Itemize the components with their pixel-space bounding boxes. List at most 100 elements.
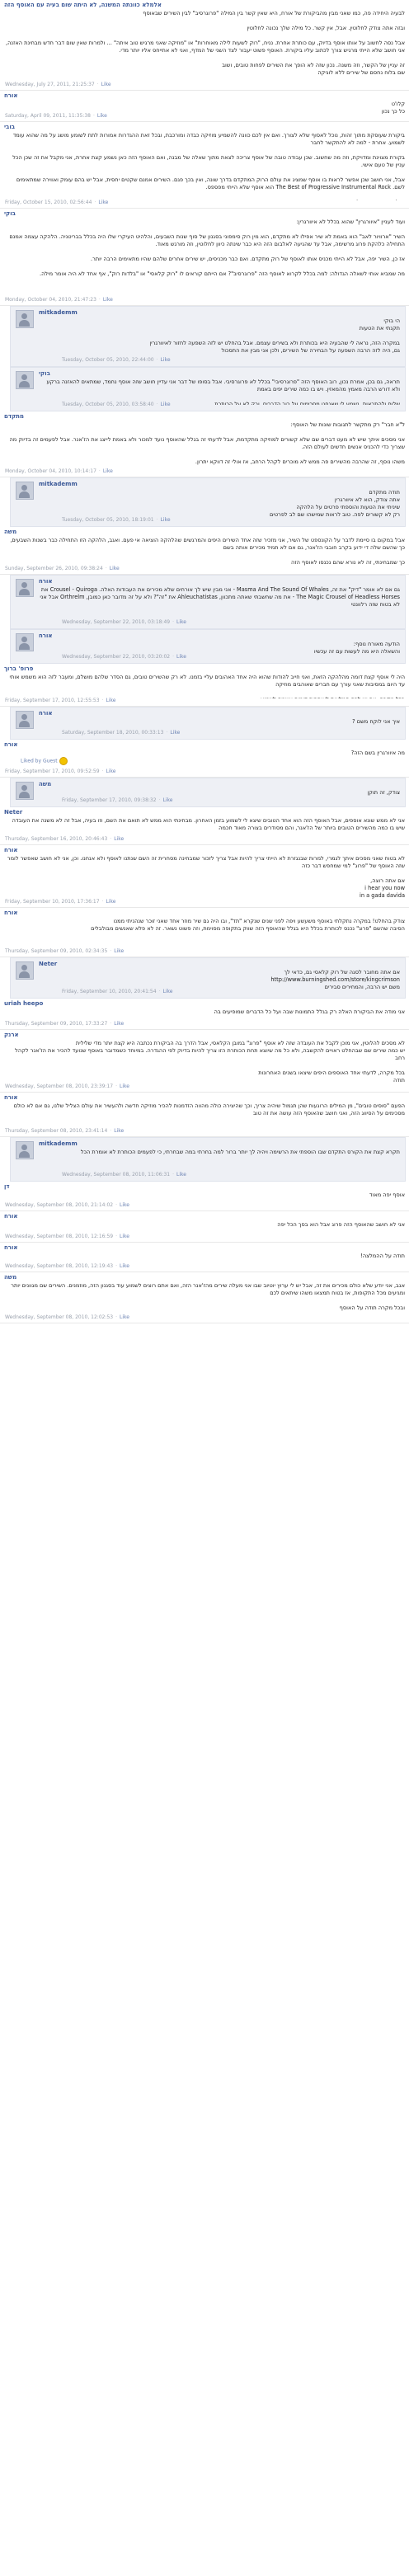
comment: בובי ביקורת שעוסקת מתוך זהות, נוכל לאסוף … [0, 122, 409, 209]
like-button[interactable]: Like [114, 1021, 124, 1027]
comment-author[interactable]: uriah heepo [4, 1000, 405, 1008]
like-button[interactable]: Like [114, 836, 124, 842]
comment-meta: Friday, September 17, 2010, 12:55:53 · Lik… [5, 698, 115, 704]
comment-meta: Wednesday, September 08, 2010, 12:02:53 ·… [5, 1314, 129, 1321]
like-button[interactable]: Like [106, 899, 115, 905]
comment-date: Wednesday, September 08, 2010, 12:19:43 [5, 1263, 114, 1269]
comment-author[interactable]: אורח [4, 910, 405, 918]
like-button[interactable]: Like [103, 468, 113, 474]
like-button[interactable]: Like [176, 619, 186, 625]
comment: Neter אני לא ממש שונא אוספים, אבל האוסף ה… [0, 807, 409, 845]
avatar [16, 371, 34, 389]
comment-body: לא מסכים להלוטין, אני מוכן לקבל את העובד… [15, 1040, 405, 1084]
comment-meta: Wednesday, September 08, 2010, 11:06:31 ·… [39, 1172, 186, 1178]
comment-body: ל"א חבר" רק מתקשר לתגובות שונות של האוסף… [9, 421, 405, 465]
comment-author[interactable]: mitkademm [16, 309, 400, 317]
comment-body: אבל במקום בו סיימת לדבר על הקונספט של הש… [10, 537, 405, 566]
like-button[interactable]: Like [114, 948, 124, 954]
comment-author[interactable]: דן [4, 1183, 405, 1192]
avatar [16, 482, 34, 500]
comment-author[interactable]: מתקדם [4, 413, 405, 421]
like-button[interactable]: Like [114, 1128, 124, 1134]
comment-thread: אלמלא כוונתה המשנה, לא היתה שום בעיה עם … [0, 0, 409, 2576]
comment-author[interactable]: Neter [4, 809, 405, 817]
like-button[interactable]: Like [176, 1172, 186, 1178]
like-button[interactable]: Like [162, 797, 172, 803]
comment-author[interactable]: אורח [4, 1094, 405, 1102]
comment-date: Thursday, September 16, 2010, 20:46:43 [5, 836, 108, 842]
comment-meta: Thursday, September 09, 2010, 17:33:27 · L… [5, 1021, 124, 1027]
like-button[interactable]: Like [120, 1314, 129, 1320]
comment-author[interactable]: משה [16, 781, 400, 789]
comment-author[interactable]: אורח [16, 578, 400, 586]
like-button[interactable]: Like [161, 357, 171, 363]
comment-author[interactable]: אורח [16, 710, 400, 718]
comment-author[interactable]: בוקי [4, 210, 405, 219]
reply-comment: mitkademm הי בוקי תקנתי את הטעות במקרה הז… [10, 306, 406, 367]
comment-author[interactable]: אורח [4, 741, 405, 750]
like-button[interactable]: Like [120, 1234, 129, 1239]
comment-meta: Monday, October 04, 2010, 21:47:23 · Like [5, 297, 113, 303]
like-button[interactable]: Like [98, 200, 108, 205]
comment-meta: Saturday, April 09, 2011, 11:35:38 · Like [5, 113, 107, 120]
comment-meta: Friday, September 10, 2010, 17:36:17 · Lik… [5, 899, 115, 905]
like-button[interactable]: Like [101, 82, 111, 87]
separator: · [172, 619, 175, 625]
like-button[interactable]: Like [120, 1084, 129, 1089]
like-button[interactable]: Like [120, 1202, 129, 1208]
comment-author[interactable]: Neter [16, 961, 400, 969]
separator: · [172, 654, 175, 660]
comment-body: אוסף יפה מאוד [369, 1192, 405, 1198]
like-button[interactable]: Like [106, 698, 115, 703]
like-button[interactable]: Like [110, 566, 120, 571]
comment-author[interactable]: ארנק [4, 1032, 405, 1040]
liked-by-user[interactable]: Guest [43, 759, 58, 764]
comment-author[interactable]: mitkademm [16, 1140, 400, 1149]
separator: · [115, 1314, 118, 1320]
comment-meta: Wednesday, September 08, 2010, 12:16:59 ·… [5, 1234, 129, 1240]
comment-meta: Wednesday, September 08, 2010, 21:14:02 ·… [5, 1202, 129, 1209]
comment: אורח אני לא חושב שהאוסף הזה פרוג אבל הוא … [0, 1211, 409, 1243]
comment-body: תודה מתקדם אתה צודק, הוא לא איוורגרין שי… [269, 489, 400, 518]
comment-date: Saturday, April 09, 2011, 11:35:38 [5, 113, 91, 119]
like-button[interactable]: Like [176, 654, 186, 660]
like-button[interactable]: Like [97, 113, 107, 119]
comment-body: תודה על ההמלצה! [360, 1253, 405, 1259]
comment-date: Wednesday, September 08, 2010, 11:06:31 [62, 1172, 171, 1178]
separator: · [172, 1172, 175, 1178]
comment-body: צודק בהחלט! במקרה נתקלתי באוסף משעשע ויפ… [91, 918, 405, 932]
comment-date: Thursday, September 09, 2010, 02:34:35 [5, 948, 108, 954]
comment-author[interactable]: אורח [4, 92, 405, 101]
comment-author[interactable]: משה [4, 529, 405, 537]
like-button[interactable]: Like [161, 517, 171, 523]
like-button[interactable]: Like [162, 989, 172, 994]
comment-date: Friday, September 10, 2010, 20:41:54 [62, 989, 157, 994]
comment-body: לבעיה היחידה פה, כמו שאני מבין מהביקורת … [6, 10, 405, 76]
comment-date: Tuesday, October 05, 2010, 18:19:01 [62, 517, 154, 523]
comment-author[interactable]: משה [4, 1274, 405, 1282]
comment-author[interactable]: אלמלא כוונתה המשנה, לא היתה שום בעיה עם … [4, 2, 405, 10]
like-button[interactable]: Like [106, 769, 115, 774]
comment-author[interactable]: אורח [4, 1244, 405, 1253]
comment: פרופ' ברוך היה לי אוסף קצת דומה מהלהקה הז… [0, 664, 409, 707]
comment-meta: Tuesday, October 05, 2010, 18:19:01 · Like [39, 517, 171, 524]
comment-author[interactable]: אורח [4, 847, 405, 855]
comment-meta: Wednesday, September 22, 2010, 03:20:02 ·… [39, 654, 186, 660]
like-button[interactable]: Like [103, 297, 113, 303]
reply-comment: משה צודק, זה תוקן Friday, September 17, 20… [10, 778, 406, 807]
comment-author[interactable]: בובי [4, 124, 405, 132]
like-button[interactable]: Like [170, 730, 180, 736]
like-button[interactable]: Like [161, 402, 171, 407]
comment-author[interactable]: פרופ' ברוך [4, 665, 405, 674]
comment-body: צודק, זה תוקן [367, 789, 400, 796]
separator: · [115, 1263, 118, 1269]
comment-author[interactable]: בוקי [16, 370, 400, 378]
comment-body: מה איוורגרין בשם הזה? [350, 750, 405, 756]
liked-by-label: Liked by [21, 758, 43, 764]
comment-date: Saturday, September 18, 2010, 00:33:13 [62, 730, 164, 736]
like-button[interactable]: Like [120, 1263, 129, 1269]
comment-author[interactable]: אורח [16, 632, 400, 641]
comment-author[interactable]: אורח [4, 1213, 405, 1221]
avatar [16, 633, 34, 651]
comment-author[interactable]: mitkademm [16, 481, 400, 489]
